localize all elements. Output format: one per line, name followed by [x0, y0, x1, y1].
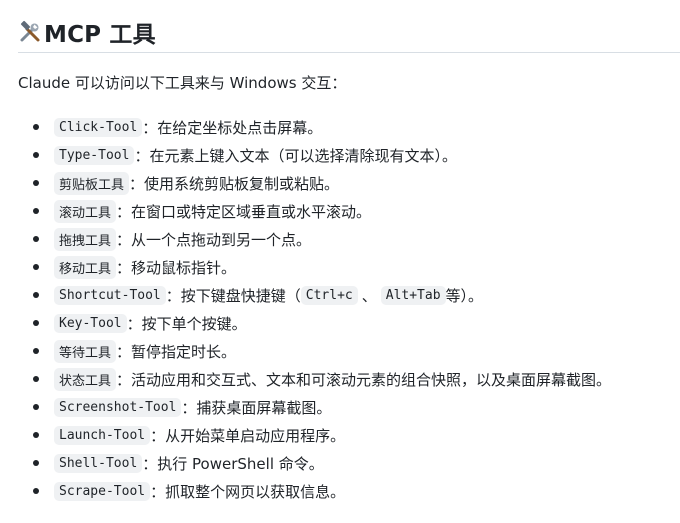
bullet-icon — [33, 292, 39, 298]
intro-paragraph: Claude 可以访问以下工具来与 Windows 交互： — [18, 74, 347, 92]
tool-name-code: 等待工具 — [54, 339, 117, 363]
bullet-icon — [33, 180, 39, 186]
page-title: MCP 工具 — [44, 22, 156, 48]
bullet-icon — [33, 348, 39, 354]
tool-name-code: 拖拽工具 — [54, 227, 117, 251]
tool-name-code: 移动工具 — [54, 255, 117, 279]
list-item: Launch-Tool ：从开始菜单启动应用程序。 — [0, 421, 611, 449]
shortcut-key-code: Ctrl+c — [300, 285, 358, 305]
list-item: 状态工具 ：活动应用和交互式、文本和可滚动元素的组合快照，以及桌面屏幕截图。 — [0, 365, 611, 393]
tool-description: ：暂停指定时长。 — [116, 342, 237, 361]
tool-name-code: 滚动工具 — [54, 199, 117, 223]
tool-description: ：按下键盘快捷键（ — [165, 286, 301, 305]
bullet-icon — [33, 124, 39, 130]
bullet-icon — [33, 432, 39, 438]
bullet-icon — [33, 152, 39, 158]
list-item: 等待工具 ：暂停指定时长。 — [0, 337, 611, 365]
list-item: Screenshot-Tool ：捕获桌面屏幕截图。 — [0, 393, 611, 421]
tool-name-code: Scrape-Tool — [54, 481, 151, 501]
bullet-icon — [33, 208, 39, 214]
tool-name-code: Shortcut-Tool — [54, 285, 166, 305]
shortcut-key-code: Alt+Tab — [380, 285, 446, 305]
list-item: 拖拽工具 ：从一个点拖动到另一个点。 — [0, 225, 611, 253]
tool-name-code: Launch-Tool — [54, 425, 151, 445]
tool-name-code: 剪贴板工具 — [54, 171, 130, 195]
tool-name-code: Key-Tool — [54, 313, 127, 333]
tool-description: ：执行 PowerShell 命令。 — [142, 454, 324, 473]
list-item: 滚动工具 ：在窗口或特定区域垂直或水平滚动。 — [0, 197, 611, 225]
tool-description: ：移动鼠标指针。 — [116, 258, 237, 277]
tool-description: ：按下单个按键。 — [126, 314, 247, 333]
tool-description: ：在给定坐标处点击屏幕。 — [142, 118, 323, 137]
tool-name-code: Screenshot-Tool — [54, 397, 182, 417]
tool-name-code: Shell-Tool — [54, 453, 143, 473]
tool-description: ：从开始菜单启动应用程序。 — [150, 426, 346, 445]
tool-list: Click-Tool ：在给定坐标处点击屏幕。 Type-Tool ：在元素上键… — [0, 113, 611, 505]
bullet-icon — [33, 460, 39, 466]
tool-description: ：在窗口或特定区域垂直或水平滚动。 — [116, 202, 372, 221]
tool-description-end: 等）。 — [445, 286, 484, 305]
list-item: Click-Tool ：在给定坐标处点击屏幕。 — [0, 113, 611, 141]
separator-text: 、 — [361, 286, 377, 305]
list-item: 剪贴板工具 ：使用系统剪贴板复制或粘贴。 — [0, 169, 611, 197]
document-page: MCP 工具 Claude 可以访问以下工具来与 Windows 交互： Cli… — [0, 0, 680, 523]
tool-description: ：捕获桌面屏幕截图。 — [181, 398, 332, 417]
bullet-icon — [33, 376, 39, 382]
tool-description: ：在元素上键入文本（可以选择清除现有文本）。 — [134, 146, 457, 165]
tool-description: ：使用系统剪贴板复制或粘贴。 — [129, 174, 340, 193]
list-item: Scrape-Tool ：抓取整个网页以获取信息。 — [0, 477, 611, 505]
list-item: Type-Tool ：在元素上键入文本（可以选择清除现有文本）。 — [0, 141, 611, 169]
list-item: Shell-Tool ：执行 PowerShell 命令。 — [0, 449, 611, 477]
tool-name-code: Type-Tool — [54, 145, 135, 165]
list-item: 移动工具 ：移动鼠标指针。 — [0, 253, 611, 281]
section-heading: MCP 工具 — [18, 14, 156, 50]
list-item: Shortcut-Tool ：按下键盘快捷键（ Ctrl+c 、 Alt+Tab… — [0, 281, 611, 309]
bullet-icon — [33, 320, 39, 326]
list-item: Key-Tool ：按下单个按键。 — [0, 309, 611, 337]
bullet-icon — [33, 236, 39, 242]
bullet-icon — [33, 404, 39, 410]
tool-name-code: 状态工具 — [54, 367, 117, 391]
tool-description: ：从一个点拖动到另一个点。 — [116, 230, 312, 249]
bullet-icon — [33, 488, 39, 494]
tool-description: ：活动应用和交互式、文本和可滚动元素的组合快照，以及桌面屏幕截图。 — [116, 370, 612, 389]
hammer-and-wrench-icon — [20, 20, 40, 42]
tool-description: ：抓取整个网页以获取信息。 — [150, 482, 346, 501]
tool-name-code: Click-Tool — [54, 117, 143, 137]
heading-divider — [18, 52, 680, 53]
bullet-icon — [33, 264, 39, 270]
